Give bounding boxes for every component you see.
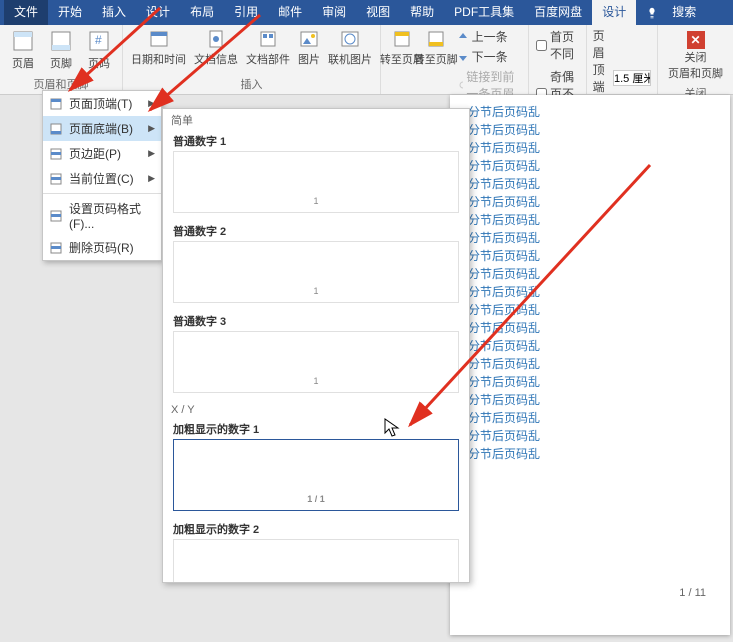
margin-icon xyxy=(49,147,63,161)
document-page: -分节后页码乱-分节后页码乱-分节后页码乱-分节后页码乱-分节后页码乱-分节后页… xyxy=(450,95,730,635)
page-number-menu-item[interactable]: 页面底端(B)▶ xyxy=(43,116,161,141)
link-icon xyxy=(457,79,464,91)
page-number-style-preview[interactable]: 普通数字 11 xyxy=(173,131,459,213)
tab-review[interactable]: 审阅 xyxy=(312,0,356,25)
previous-section-button[interactable]: 上一条 xyxy=(455,27,522,46)
page-number-menu-item[interactable]: 页边距(P)▶ xyxy=(43,141,161,166)
page-number-menu: 页面顶端(T)▶页面底端(B)▶页边距(P)▶当前位置(C)▶ 设置页码格式(F)… xyxy=(42,90,162,261)
remove-icon xyxy=(49,241,63,255)
ribbon: 页眉 页脚 #页码 页眉和页脚 日期和时间 文档信息 文档部件 图片 联机图片 … xyxy=(0,25,733,95)
docparts-button[interactable]: 文档部件 xyxy=(244,27,292,69)
bottom-icon xyxy=(49,122,63,136)
tab-design[interactable]: 设计 xyxy=(136,0,180,25)
next-section-button[interactable]: 下一条 xyxy=(455,47,522,66)
page-number-menu-item[interactable]: 设置页码格式(F)... xyxy=(43,196,161,235)
diff-first-page-check[interactable]: 首页不同 xyxy=(535,27,580,63)
page-number-button[interactable]: #页码 xyxy=(82,27,116,73)
goto-footer-button[interactable]: 转至页脚 xyxy=(421,27,451,69)
footer-button[interactable]: 页脚 xyxy=(44,27,78,73)
gallery-section-simple: 简单 xyxy=(163,109,469,131)
tab-references[interactable]: 引用 xyxy=(224,0,268,25)
tab-pdf[interactable]: PDF工具集 xyxy=(444,0,524,25)
page-number-style-preview[interactable]: 普通数字 31 xyxy=(173,311,459,393)
tab-view[interactable]: 视图 xyxy=(356,0,400,25)
page-number-menu-item[interactable]: 页面顶端(T)▶ xyxy=(43,91,161,116)
page-number-style-preview[interactable]: 加粗显示的数字 11 / 1 xyxy=(173,419,459,511)
pictures-button[interactable]: 图片 xyxy=(296,27,322,69)
tab-baidu[interactable]: 百度网盘 xyxy=(524,0,592,25)
tab-file[interactable]: 文件 xyxy=(4,0,48,25)
tell-me-search[interactable]: 搜索 xyxy=(636,0,716,25)
document-text: -分节后页码乱-分节后页码乱-分节后页码乱-分节后页码乱-分节后页码乱-分节后页… xyxy=(450,95,730,471)
tab-insert[interactable]: 插入 xyxy=(92,0,136,25)
up-arrow-icon xyxy=(457,31,469,43)
page-number-menu-item[interactable]: 删除页码(R) xyxy=(43,235,161,260)
format-icon xyxy=(49,209,63,223)
tab-home[interactable]: 开始 xyxy=(48,0,92,25)
close-icon: ✕ xyxy=(687,31,705,49)
current-icon xyxy=(49,172,63,186)
page-number-style-preview[interactable]: 普通数字 21 xyxy=(173,221,459,303)
svg-text:#: # xyxy=(95,33,102,47)
page-number-menu-item[interactable]: 当前位置(C)▶ xyxy=(43,166,161,191)
page-number-display: 1 / 11 xyxy=(679,587,706,599)
page-number-bottom-gallery: 简单 普通数字 11普通数字 21普通数字 31 X / Y 加粗显示的数字 1… xyxy=(162,108,470,583)
tab-mailings[interactable]: 邮件 xyxy=(268,0,312,25)
online-pictures-button[interactable]: 联机图片 xyxy=(326,27,374,69)
close-header-footer-button[interactable]: ✕ 关闭 页眉和页脚 xyxy=(664,27,727,85)
goto-header-button[interactable]: 转至页眉 xyxy=(387,27,417,69)
gallery-section-xy: X / Y xyxy=(163,401,469,419)
down-arrow-icon xyxy=(457,51,469,63)
docinfo-button[interactable]: 文档信息 xyxy=(192,27,240,69)
ribbon-tabs: 文件 开始 插入 设计 布局 引用 邮件 审阅 视图 帮助 PDF工具集 百度网… xyxy=(0,0,733,25)
lightbulb-icon xyxy=(646,7,658,19)
tab-layout[interactable]: 布局 xyxy=(180,0,224,25)
group-insert: 插入 xyxy=(241,76,263,92)
tab-header-footer-design[interactable]: 设计 xyxy=(592,0,636,25)
tab-help[interactable]: 帮助 xyxy=(400,0,444,25)
header-button[interactable]: 页眉 xyxy=(6,27,40,73)
page-number-style-preview[interactable]: 加粗显示的数字 21/1 xyxy=(173,519,459,583)
top-icon xyxy=(49,97,63,111)
datetime-button[interactable]: 日期和时间 xyxy=(129,27,188,69)
